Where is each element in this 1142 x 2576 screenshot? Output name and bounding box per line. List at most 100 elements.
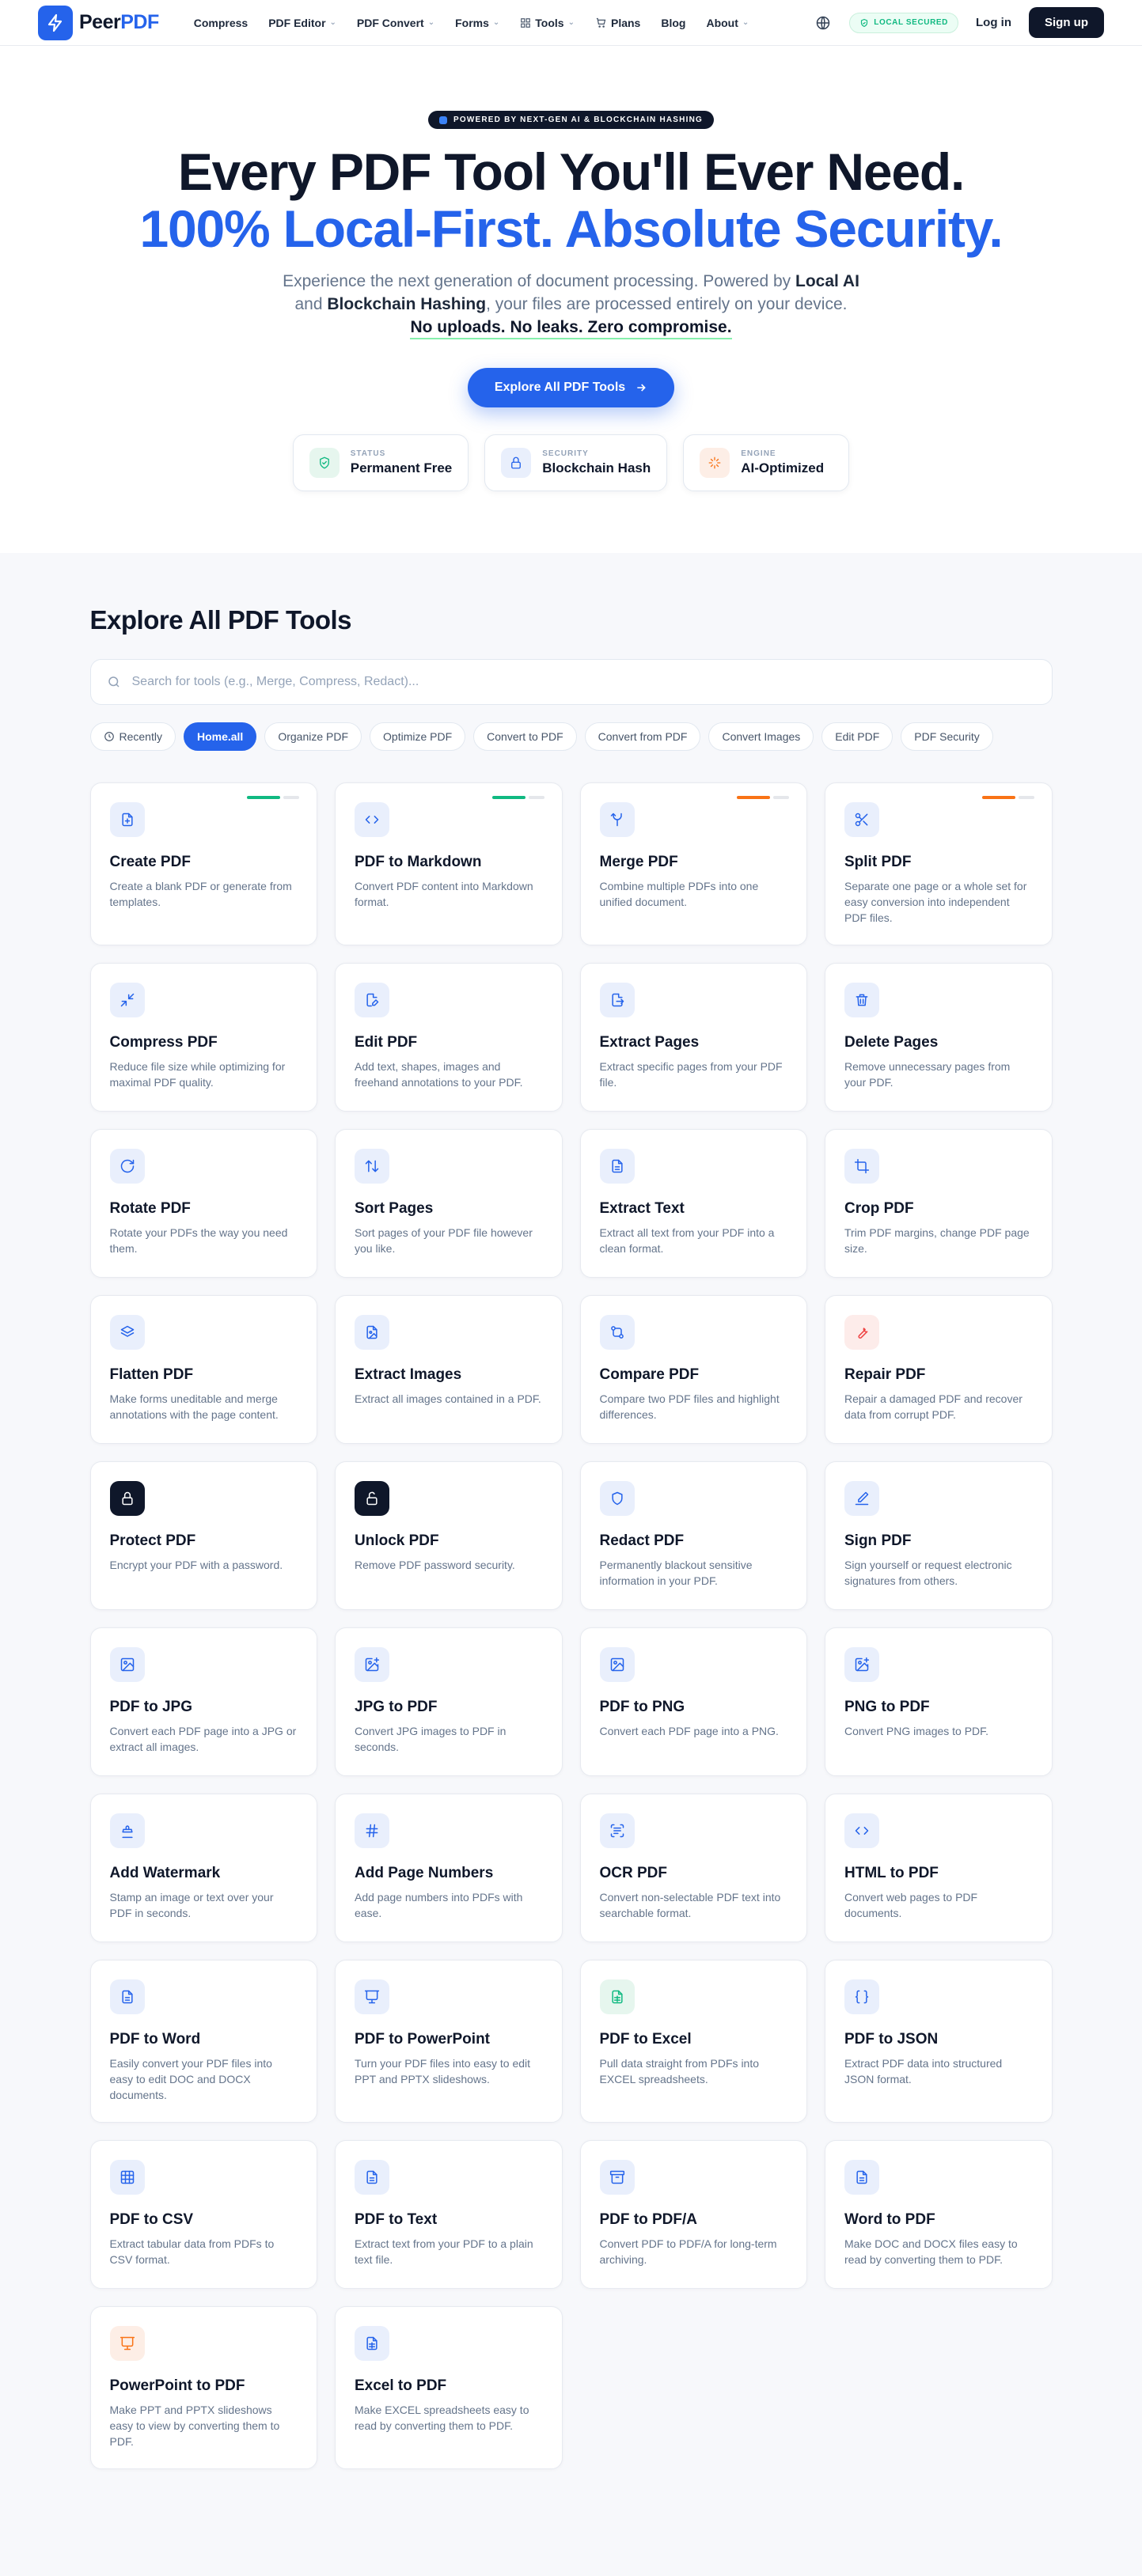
tool-card-edit-pdf[interactable]: Edit PDF Add text, shapes, images and fre… [335, 963, 563, 1112]
tool-card-jpg-to-pdf[interactable]: JPG to PDF Convert JPG images to PDF in s… [335, 1627, 563, 1776]
tool-card-pdf-to-markdown[interactable]: PDF to Markdown Convert PDF content into … [335, 782, 563, 945]
tool-description: Extract tabular data from PDFs to CSV fo… [109, 2237, 275, 2266]
tool-card-excel-to-pdf[interactable]: Excel to PDF Make EXCEL spreadsheets easy… [335, 2306, 563, 2469]
login-link[interactable]: Log in [976, 16, 1011, 29]
tool-card-add-page-numbers[interactable]: Add Page Numbers Add page numbers into PD… [335, 1794, 563, 1942]
compress-icon [120, 993, 134, 1007]
tool-title: Rotate PDF [109, 1200, 191, 1217]
tool-card-flatten-pdf[interactable]: Flatten PDF Make forms uneditable and mer… [89, 1295, 317, 1444]
tool-card-crop-pdf[interactable]: Crop PDF Trim PDF margins, change PDF pag… [825, 1129, 1053, 1278]
filter-chip-home-all[interactable]: Home.all [183, 722, 257, 751]
tool-icon [599, 1149, 635, 1184]
tool-card-word-to-pdf[interactable]: Word to PDF Make DOC and DOCX files easy … [825, 2140, 1053, 2289]
file-spreadsheet-icon [611, 1990, 623, 2004]
tool-title: PDF to Text [355, 2211, 438, 2228]
tool-icon [844, 802, 879, 837]
tool-card-pdf-to-text[interactable]: PDF to Text Extract text from your PDF to… [335, 2140, 563, 2289]
tool-card-merge-pdf[interactable]: Merge PDF Combine multiple PDFs into one … [579, 782, 807, 945]
layers-icon [120, 1325, 134, 1337]
file-export-icon [611, 993, 624, 1007]
tool-card-pdf-to-excel[interactable]: PDF to Excel Pull data straight from PDFs… [579, 1960, 807, 2123]
tool-card-pdf-to-powerpoint[interactable]: PDF to PowerPoint Turn your PDF files int… [335, 1960, 563, 2123]
nav-link-tools[interactable]: Tools ⌄ [520, 17, 575, 29]
merge-icon [610, 813, 622, 827]
tool-title: Merge PDF [599, 854, 678, 870]
tool-search-box[interactable] [89, 659, 1053, 705]
tool-card-ocr-pdf[interactable]: OCR PDF Convert non-selectable PDF text i… [579, 1794, 807, 1942]
nav-link-blog[interactable]: Blog [661, 17, 685, 29]
tool-card-rotate-pdf[interactable]: Rotate PDF Rotate your PDFs the way you n… [89, 1129, 317, 1278]
tool-card-add-watermark[interactable]: Add Watermark Stamp an image or text over… [89, 1794, 317, 1942]
nav-link-pdf-editor[interactable]: PDF Editor ⌄ [268, 17, 336, 29]
hero-title-line1: Every PDF Tool You'll Ever Need. [177, 142, 965, 201]
tool-title: PDF to JSON [844, 2031, 939, 2048]
crop-icon [854, 1158, 870, 1174]
filter-chip-convert-from-pdf[interactable]: Convert from PDF [584, 722, 701, 751]
presentation-icon [120, 2336, 135, 2351]
search-input[interactable] [131, 675, 1036, 689]
tool-card-unlock-pdf[interactable]: Unlock PDF Remove PDF password security. [335, 1461, 563, 1610]
filter-chip-convert-images[interactable]: Convert Images [708, 722, 814, 751]
tool-card-pdf-to-csv[interactable]: PDF to CSV Extract tabular data from PDFs… [89, 2140, 317, 2289]
tool-icon [355, 983, 389, 1017]
tool-title: Flatten PDF [109, 1366, 194, 1383]
tool-card-extract-images[interactable]: Extract Images Extract all images contain… [335, 1295, 563, 1444]
sort-icon [365, 1160, 379, 1172]
filter-chip-optimize-pdf[interactable]: Optimize PDF [370, 722, 466, 751]
filter-chip-organize-pdf[interactable]: Organize PDF [264, 722, 362, 751]
nav-link-compress[interactable]: Compress [194, 17, 248, 29]
tool-card-sign-pdf[interactable]: Sign PDF Sign yourself or request electro… [825, 1461, 1053, 1610]
signup-button[interactable]: Sign up [1029, 7, 1104, 38]
file-plus-icon [121, 813, 133, 827]
tool-title: Repair PDF [844, 1366, 926, 1383]
tool-card-extract-text[interactable]: Extract Text Extract all text from your P… [579, 1129, 807, 1278]
tool-card-compress-pdf[interactable]: Compress PDF Reduce file size while optim… [89, 963, 317, 1112]
tool-card-powerpoint-to-pdf[interactable]: PowerPoint to PDF Make PPT and PPTX slide… [89, 2306, 317, 2469]
hero-section: POWERED BY NEXT-GEN AI & BLOCKCHAIN HASH… [0, 46, 1142, 553]
tool-card-compare-pdf[interactable]: Compare PDF Compare two PDF files and hig… [579, 1295, 807, 1444]
tool-title: PDF to CSV [109, 2211, 194, 2228]
tool-icon [355, 2326, 389, 2361]
tool-card-create-pdf[interactable]: Create PDF Create a blank PDF or generate… [89, 782, 317, 945]
nav-link-about[interactable]: About ⌄ [706, 17, 749, 29]
tool-card-pdf-to-png[interactable]: PDF to PNG Convert each PDF page into a P… [579, 1627, 807, 1776]
filter-chip-edit-pdf[interactable]: Edit PDF [821, 722, 893, 751]
tool-description: Create a blank PDF or generate from temp… [109, 880, 292, 908]
tool-card-pdf-to-jpg[interactable]: PDF to JPG Convert each PDF page into a J… [89, 1627, 317, 1776]
nav-link-pdf-convert[interactable]: PDF Convert ⌄ [357, 17, 434, 29]
clock-icon [104, 732, 114, 741]
cube-icon [439, 116, 448, 124]
tool-card-html-to-pdf[interactable]: HTML to PDF Convert web pages to PDF docu… [825, 1794, 1053, 1942]
brand-logo[interactable]: PeerPDF [38, 5, 159, 40]
feature-icon [700, 448, 730, 478]
shield-check-icon [319, 456, 329, 469]
tool-card-png-to-pdf[interactable]: PNG to PDF Convert PNG images to PDF. [825, 1627, 1053, 1776]
tool-card-split-pdf[interactable]: Split PDF Separate one page or a whole se… [825, 782, 1053, 945]
explore-tools-button[interactable]: Explore All PDF Tools [467, 368, 675, 407]
tool-card-pdf-to-pdf-a[interactable]: PDF to PDF/A Convert PDF to PDF/A for lon… [579, 2140, 807, 2289]
tool-card-pdf-to-json[interactable]: PDF to JSON Extract PDF data into structu… [825, 1960, 1053, 2123]
tool-card-redact-pdf[interactable]: Redact PDF Permanently blackout sensitive… [579, 1461, 807, 1610]
tool-description: Separate one page or a whole set for eas… [844, 880, 1027, 924]
tool-description: Extract all text from your PDF into a cl… [599, 1226, 775, 1255]
tool-title: Extract Images [355, 1366, 462, 1383]
nav-link-plans[interactable]: Plans [595, 17, 640, 29]
language-globe-icon[interactable] [814, 14, 832, 32]
tool-card-protect-pdf[interactable]: Protect PDF Encrypt your PDF with a passw… [89, 1461, 317, 1610]
tool-icon [599, 1647, 635, 1682]
tool-card-sort-pages[interactable]: Sort Pages Sort pages of your PDF file ho… [335, 1129, 563, 1278]
tool-description: Make DOC and DOCX files easy to read by … [844, 2237, 1018, 2266]
tool-card-pdf-to-word[interactable]: PDF to Word Easily convert your PDF files… [89, 1960, 317, 2123]
filter-chip-recently[interactable]: Recently [89, 722, 176, 751]
filter-chip-pdf-security[interactable]: PDF Security [901, 722, 993, 751]
tool-card-extract-pages[interactable]: Extract Pages Extract specific pages from… [579, 963, 807, 1112]
tool-title: PDF to PowerPoint [355, 2031, 490, 2048]
tool-description: Rotate your PDFs the way you need them. [109, 1226, 288, 1255]
tool-card-delete-pages[interactable]: Delete Pages Remove unnecessary pages fro… [825, 963, 1053, 1112]
file-text-icon [611, 1159, 623, 1173]
nav-link-forms[interactable]: Forms ⌄ [455, 17, 499, 29]
tool-card-repair-pdf[interactable]: Repair PDF Repair a damaged PDF and recov… [825, 1295, 1053, 1444]
tool-icon [355, 1979, 389, 2014]
tool-icon [844, 1979, 879, 2014]
filter-chip-convert-to-pdf[interactable]: Convert to PDF [473, 722, 577, 751]
